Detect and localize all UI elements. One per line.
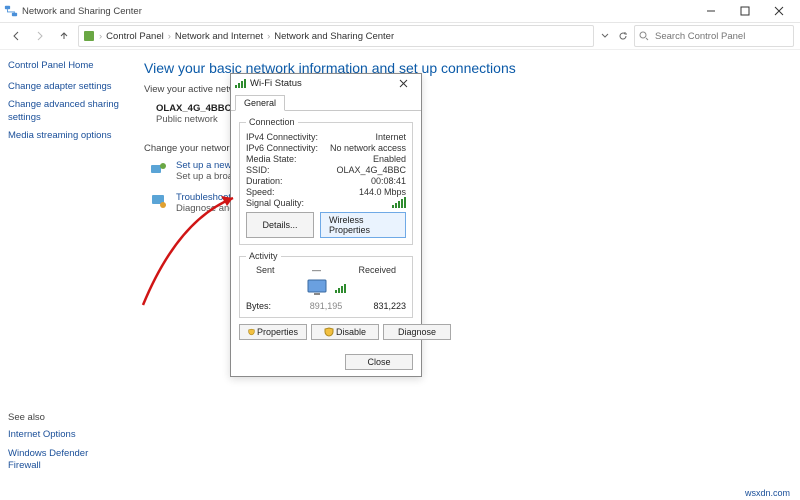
breadcrumb-item[interactable]: Control Panel — [106, 31, 164, 42]
network-type: Public network — [156, 114, 218, 125]
minimize-button[interactable] — [694, 0, 728, 22]
speed-value: 144.0 Mbps — [359, 187, 406, 197]
dialog-titlebar[interactable]: Wi-Fi Status — [231, 74, 421, 92]
footer-link[interactable]: wsxdn.com — [745, 488, 790, 498]
wireless-properties-button[interactable]: Wireless Properties — [320, 212, 406, 238]
bytes-sent: 891,195 — [300, 301, 353, 311]
ipv4-value: Internet — [375, 132, 406, 142]
up-button[interactable] — [54, 26, 74, 46]
see-also-label: See also — [8, 412, 120, 423]
see-also-internet-options[interactable]: Internet Options — [8, 429, 120, 441]
media-value: Enabled — [373, 154, 406, 164]
sidebar: Control Panel Home Change adapter settin… — [0, 50, 128, 500]
duration-label: Duration: — [246, 176, 283, 186]
search-input[interactable] — [653, 30, 789, 43]
properties-button[interactable]: Properties — [239, 324, 307, 340]
dialog-close-button[interactable] — [389, 74, 417, 92]
tab-general[interactable]: General — [235, 95, 285, 111]
network-icon — [4, 4, 18, 18]
activity-monitor-icon — [307, 279, 329, 297]
activity-signal-icon — [335, 283, 346, 293]
search-box[interactable] — [634, 25, 794, 47]
ipv6-label: IPv6 Connectivity: — [246, 143, 318, 153]
breadcrumb-item[interactable]: Network and Internet — [175, 31, 263, 42]
connection-group: Connection IPv4 Connectivity: Internet IP… — [239, 117, 413, 245]
window-title: Network and Sharing Center — [22, 6, 142, 17]
main-content: View your basic network information and … — [128, 50, 800, 500]
signal-bars-icon — [392, 198, 406, 208]
window-titlebar: Network and Sharing Center — [0, 0, 800, 23]
back-button[interactable] — [6, 26, 26, 46]
ssid-label: SSID: — [246, 165, 270, 175]
control-panel-home-link[interactable]: Control Panel Home — [8, 60, 120, 71]
bytes-label: Bytes: — [246, 301, 299, 311]
media-label: Media State: — [246, 154, 297, 164]
forward-button[interactable] — [30, 26, 50, 46]
diagnose-button[interactable]: Diagnose — [383, 324, 451, 340]
properties-label: Properties — [257, 327, 298, 337]
disable-button[interactable]: Disable — [311, 324, 379, 340]
received-label: Received — [358, 265, 396, 275]
disable-label: Disable — [336, 327, 366, 337]
network-name: OLAX_4G_4BBC 2 — [156, 103, 239, 114]
speed-label: Speed: — [246, 187, 275, 197]
dialog-title: Wi-Fi Status — [250, 78, 302, 89]
refresh-button[interactable] — [616, 26, 630, 46]
shield-icon — [248, 327, 255, 337]
signal-label: Signal Quality: — [246, 198, 304, 208]
maximize-button[interactable] — [728, 0, 762, 22]
setup-connection-icon — [150, 160, 168, 178]
breadcrumb-dropdown[interactable] — [598, 26, 612, 46]
address-bar: › Control Panel › Network and Internet ›… — [0, 23, 800, 50]
shield-icon — [324, 327, 334, 337]
activity-group: Activity Sent — Received Bytes: 891,195 … — [239, 251, 413, 318]
ipv4-label: IPv4 Connectivity: — [246, 132, 318, 142]
breadcrumb-item[interactable]: Network and Sharing Center — [274, 31, 394, 42]
wifi-icon — [235, 78, 246, 88]
bytes-received: 831,223 — [353, 301, 406, 311]
activity-legend: Activity — [246, 251, 281, 261]
close-button[interactable] — [762, 0, 796, 22]
ssid-value: OLAX_4G_4BBC — [336, 165, 406, 175]
control-panel-icon — [83, 30, 95, 42]
ipv6-value: No network access — [330, 143, 406, 153]
troubleshoot-icon — [150, 192, 168, 210]
connection-legend: Connection — [246, 117, 298, 127]
sidebar-link-sharing[interactable]: Change advanced sharing settings — [8, 99, 120, 124]
breadcrumb[interactable]: › Control Panel › Network and Internet ›… — [78, 25, 594, 47]
dialog-tabs: General — [231, 92, 421, 111]
duration-value: 00:08:41 — [371, 176, 406, 186]
sidebar-link-adapter[interactable]: Change adapter settings — [8, 81, 120, 93]
close-dialog-button[interactable]: Close — [345, 354, 413, 370]
wifi-status-dialog: Wi-Fi Status General Connection IPv4 Con… — [230, 73, 422, 377]
see-also-firewall[interactable]: Windows Defender Firewall — [8, 448, 120, 473]
sidebar-link-media[interactable]: Media streaming options — [8, 130, 120, 142]
search-icon — [639, 31, 649, 41]
sent-label: Sent — [256, 265, 275, 275]
details-button[interactable]: Details... — [246, 212, 314, 238]
